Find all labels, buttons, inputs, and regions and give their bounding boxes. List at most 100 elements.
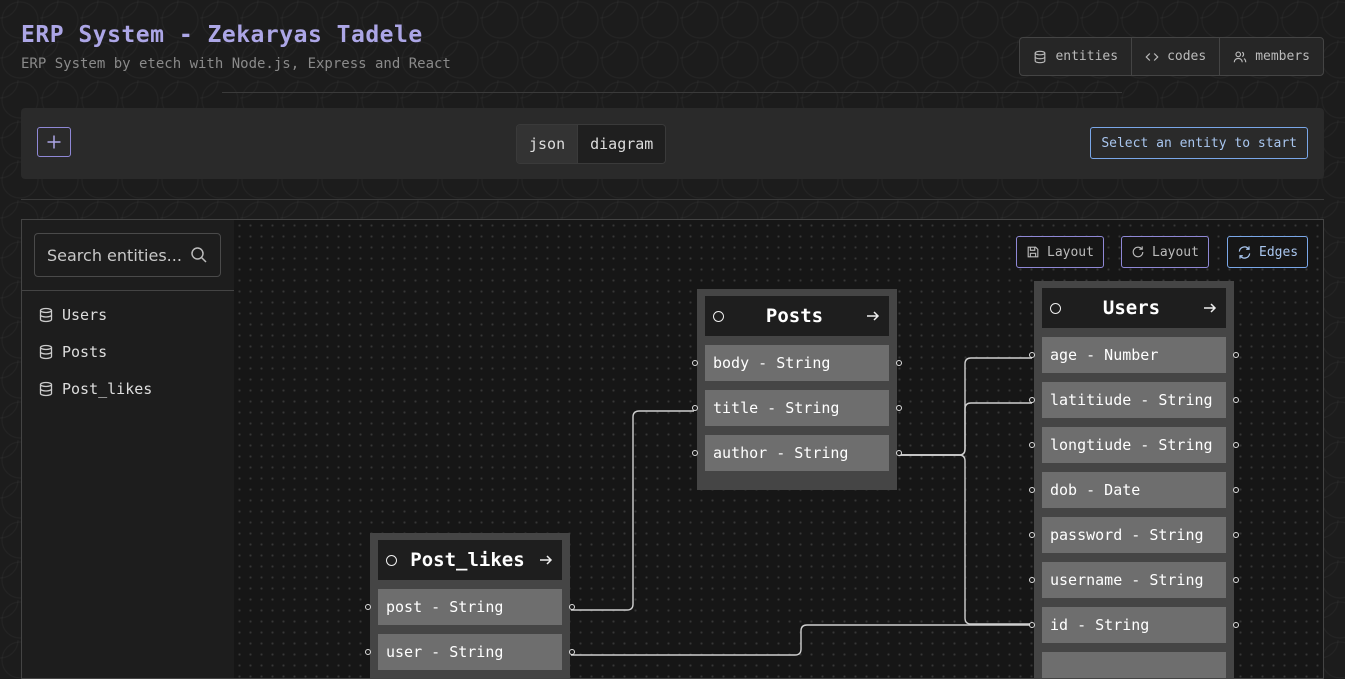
node-title: Users <box>1102 297 1161 319</box>
field-label: latitiude - String <box>1050 391 1213 409</box>
save-layout-button[interactable]: Layout <box>1016 236 1104 268</box>
entity-node-post-likes[interactable]: Post_likes post - String user - String <box>365 533 575 678</box>
connection-handle[interactable] <box>896 450 902 456</box>
nav-members-label: members <box>1255 49 1310 64</box>
connection-handle[interactable] <box>692 405 698 411</box>
edge-post-likes-user-to-users-id <box>571 624 1032 656</box>
database-icon <box>39 307 53 322</box>
arrow-right-icon[interactable] <box>1202 300 1218 316</box>
connection-handle[interactable] <box>1233 442 1239 448</box>
connection-handle[interactable] <box>1233 487 1239 493</box>
field-row[interactable]: post - String <box>365 589 575 625</box>
connection-handle[interactable] <box>1029 487 1035 493</box>
sidebar-item-post-likes[interactable]: Post_likes <box>22 370 234 407</box>
field-row[interactable]: dob - Date <box>1029 472 1239 508</box>
save-layout-label: Layout <box>1047 244 1094 260</box>
arrow-right-icon[interactable] <box>865 308 881 324</box>
field-label: body - String <box>713 354 831 372</box>
connection-handle[interactable] <box>1029 577 1035 583</box>
plus-icon <box>47 135 61 149</box>
node-title: Post_likes <box>410 549 525 571</box>
node-header: Post_likes <box>378 540 562 580</box>
entity-node-posts[interactable]: Posts body - String title - String autho… <box>692 289 902 490</box>
circle-icon <box>1050 302 1061 314</box>
page-title: ERP System - Zekaryas Tadele <box>21 22 423 48</box>
connection-handle[interactable] <box>1233 352 1239 358</box>
field-label: post - String <box>386 598 504 616</box>
connection-handle[interactable] <box>896 360 902 366</box>
node-title: Posts <box>765 305 824 327</box>
nav-codes-button[interactable]: codes <box>1132 38 1221 75</box>
page-subtitle: ERP System by etech with Node.js, Expres… <box>21 56 451 72</box>
connection-handle[interactable] <box>365 604 371 610</box>
connection-handle[interactable] <box>1029 442 1035 448</box>
edge-posts-author-to-users-id <box>899 454 1032 625</box>
refresh-edges-label: Edges <box>1259 244 1299 260</box>
entity-node-users[interactable]: Users age - Number latitiude - String lo… <box>1029 281 1239 678</box>
field-row[interactable]: title - String <box>692 390 902 426</box>
connection-handle[interactable] <box>692 450 698 456</box>
edge-post-likes-post-to-posts-title <box>571 410 694 611</box>
field-row[interactable]: longtiude - String <box>1029 427 1239 463</box>
nav-members-button[interactable]: members <box>1220 38 1323 75</box>
field-label: author - String <box>713 444 849 462</box>
field-row[interactable]: user - String <box>365 634 575 670</box>
diagram-view-button[interactable]: diagram <box>577 125 666 163</box>
arrow-right-icon[interactable] <box>538 552 554 568</box>
search-icon[interactable] <box>190 246 208 264</box>
database-icon <box>1035 50 1046 63</box>
field-row[interactable]: username - String <box>1029 562 1239 598</box>
view-toggle: json diagram <box>516 124 667 164</box>
nav-entities-button[interactable]: entities <box>1020 38 1133 75</box>
node-header: Users <box>1042 288 1226 328</box>
header-divider <box>222 92 1122 93</box>
connection-handle[interactable] <box>569 604 575 610</box>
connection-handle[interactable] <box>1029 532 1035 538</box>
field-row[interactable]: author - String <box>692 435 902 471</box>
field-row[interactable]: body - String <box>692 345 902 381</box>
connection-handle[interactable] <box>1233 397 1239 403</box>
sidebar-item-users[interactable]: Users <box>22 296 234 333</box>
connection-handle[interactable] <box>692 360 698 366</box>
field-row[interactable]: id - String <box>1029 607 1239 643</box>
field-row[interactable]: password - String <box>1029 517 1239 553</box>
connection-handle[interactable] <box>896 405 902 411</box>
users-icon <box>1233 51 1247 62</box>
sidebar-divider <box>22 290 234 291</box>
connection-handle[interactable] <box>1233 622 1239 628</box>
field-row[interactable]: age - Number <box>1029 337 1239 373</box>
connection-handle[interactable] <box>1233 532 1239 538</box>
field-row-partial[interactable] <box>1042 652 1226 678</box>
connection-handle[interactable] <box>1029 622 1035 628</box>
entity-list: Users Posts Post_likes <box>22 296 234 407</box>
sidebar-item-label: Post_likes <box>62 379 153 398</box>
database-icon <box>39 381 53 396</box>
json-view-button[interactable]: json <box>517 125 578 163</box>
reset-layout-button[interactable]: Layout <box>1121 236 1209 268</box>
connection-handle[interactable] <box>1029 397 1035 403</box>
select-entity-message[interactable]: Select an entity to start <box>1090 127 1308 159</box>
field-label: user - String <box>386 643 504 661</box>
toolbar-divider <box>21 199 1324 200</box>
nav-codes-label: codes <box>1167 49 1207 64</box>
field-row[interactable]: latitiude - String <box>1029 382 1239 418</box>
field-label: title - String <box>713 399 840 417</box>
search-box <box>34 233 221 277</box>
field-label: username - String <box>1050 571 1204 589</box>
add-entity-button[interactable] <box>37 127 71 157</box>
search-input[interactable] <box>47 245 190 265</box>
field-label: dob - Date <box>1050 481 1141 499</box>
sidebar-item-posts[interactable]: Posts <box>22 333 234 370</box>
save-icon <box>1027 246 1039 258</box>
field-label: longtiude - String <box>1050 436 1213 454</box>
connection-handle[interactable] <box>569 649 575 655</box>
top-nav: entities codes members <box>1019 37 1324 76</box>
refresh-edges-button[interactable]: Edges <box>1227 236 1309 268</box>
connection-handle[interactable] <box>1029 352 1035 358</box>
sidebar-item-label: Users <box>62 305 108 324</box>
field-label: id - String <box>1050 616 1150 634</box>
connection-handle[interactable] <box>365 649 371 655</box>
refresh-icon <box>1238 245 1251 259</box>
diagram-canvas[interactable]: Layout Layout Edges Posts body - String … <box>234 220 1323 678</box>
connection-handle[interactable] <box>1233 577 1239 583</box>
